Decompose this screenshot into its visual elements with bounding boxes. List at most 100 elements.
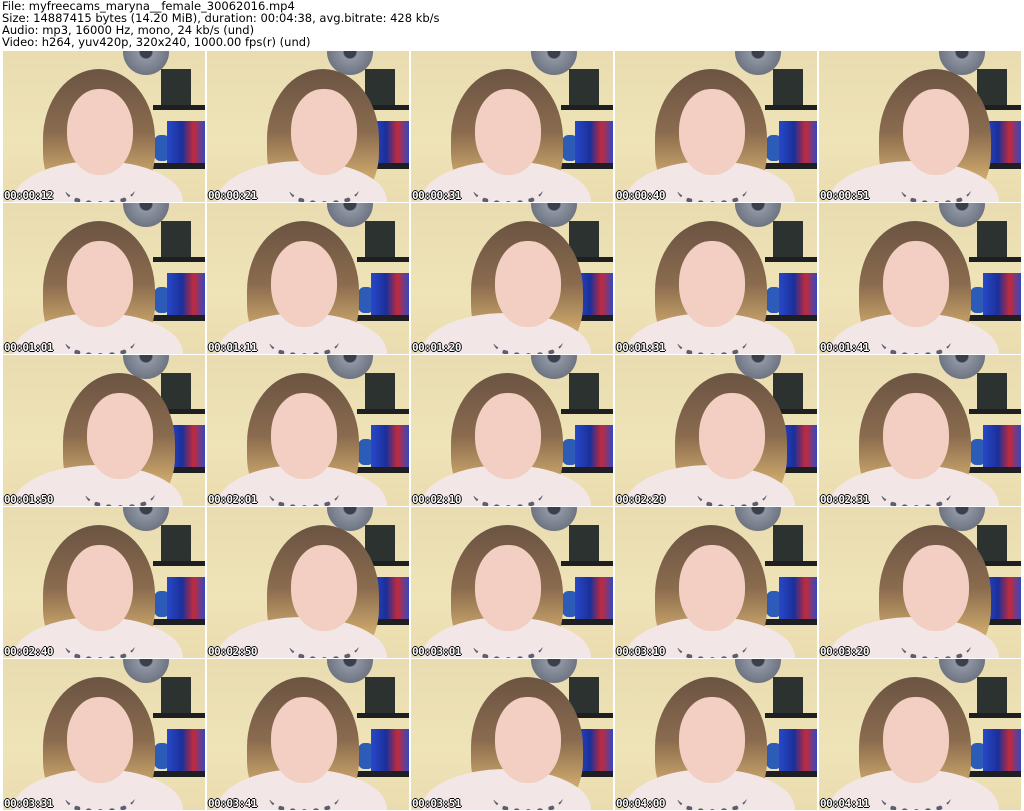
video-thumbnail: 00:02:31 — [819, 355, 1021, 506]
necklace — [677, 627, 747, 658]
bookshelf — [357, 677, 409, 787]
necklace — [473, 627, 543, 658]
timestamp: 00:03:10 — [616, 645, 665, 658]
video-thumbnail: 00:00:21 — [207, 51, 409, 202]
necklace — [269, 475, 339, 506]
video-thumbnail: 00:02:20 — [615, 355, 817, 506]
timestamp: 00:03:41 — [208, 797, 257, 810]
timestamp: 00:01:01 — [4, 341, 53, 354]
video-thumbnail: 00:03:01 — [411, 507, 613, 658]
necklace — [289, 171, 359, 202]
video-thumbnail: 00:01:20 — [411, 203, 613, 354]
necklace — [881, 323, 951, 354]
timestamp: 00:00:40 — [616, 189, 665, 202]
video-thumbnail: 00:01:31 — [615, 203, 817, 354]
timestamp: 00:00:31 — [412, 189, 461, 202]
necklace — [493, 323, 563, 354]
necklace — [493, 779, 563, 810]
bookshelf — [153, 221, 205, 331]
bookshelf — [153, 69, 205, 179]
timestamp: 00:00:51 — [820, 189, 869, 202]
timestamp: 00:01:31 — [616, 341, 665, 354]
necklace — [65, 323, 135, 354]
person-face — [495, 697, 561, 783]
person-face — [475, 545, 541, 631]
necklace — [289, 627, 359, 658]
timestamp: 00:00:12 — [4, 189, 53, 202]
video-thumbnail: 00:00:12 — [3, 51, 205, 202]
person-face — [67, 697, 133, 783]
bookshelf — [765, 69, 817, 179]
necklace — [65, 627, 135, 658]
timestamp: 00:02:40 — [4, 645, 53, 658]
video-thumbnail: 00:03:51 — [411, 659, 613, 810]
person-face — [679, 697, 745, 783]
person-face — [291, 89, 357, 175]
video-thumbnail: 00:04:11 — [819, 659, 1021, 810]
timestamp: 00:03:51 — [412, 797, 461, 810]
video-thumbnail: 00:03:31 — [3, 659, 205, 810]
necklace — [697, 475, 767, 506]
video-thumbnail: 00:01:50 — [3, 355, 205, 506]
person-face — [67, 241, 133, 327]
person-face — [883, 393, 949, 479]
video-thumbnail: 00:02:50 — [207, 507, 409, 658]
necklace — [473, 171, 543, 202]
necklace — [881, 475, 951, 506]
person-face — [291, 545, 357, 631]
bookshelf — [969, 373, 1021, 483]
timestamp: 00:02:50 — [208, 645, 257, 658]
person-face — [271, 697, 337, 783]
person-face — [87, 393, 153, 479]
video-thumbnail: 00:00:31 — [411, 51, 613, 202]
timestamp: 00:01:11 — [208, 341, 257, 354]
person-face — [883, 241, 949, 327]
necklace — [677, 779, 747, 810]
timestamp: 00:04:11 — [820, 797, 869, 810]
bookshelf — [357, 221, 409, 331]
video-thumbnail: 00:02:10 — [411, 355, 613, 506]
timestamp: 00:03:20 — [820, 645, 869, 658]
file-info: File: myfreecams_maryna__female_30062016… — [2, 0, 440, 48]
person-face — [67, 545, 133, 631]
bookshelf — [765, 221, 817, 331]
bookshelf — [561, 69, 613, 179]
bookshelf — [153, 677, 205, 787]
necklace — [269, 323, 339, 354]
person-face — [475, 393, 541, 479]
video-thumbnail: 00:01:41 — [819, 203, 1021, 354]
bookshelf — [969, 677, 1021, 787]
timestamp: 00:00:21 — [208, 189, 257, 202]
timestamp: 00:03:01 — [412, 645, 461, 658]
necklace — [85, 475, 155, 506]
necklace — [677, 171, 747, 202]
person-face — [903, 89, 969, 175]
timestamp: 00:04:00 — [616, 797, 665, 810]
video-thumbnail: 00:02:01 — [207, 355, 409, 506]
video-thumbnail: 00:04:00 — [615, 659, 817, 810]
bookshelf — [765, 677, 817, 787]
timestamp: 00:01:50 — [4, 493, 53, 506]
video-thumbnail: 00:01:01 — [3, 203, 205, 354]
video-thumbnail: 00:03:10 — [615, 507, 817, 658]
person-face — [679, 89, 745, 175]
necklace — [901, 171, 971, 202]
bookshelf — [765, 525, 817, 635]
person-face — [271, 241, 337, 327]
person-face — [679, 241, 745, 327]
timestamp: 00:02:31 — [820, 493, 869, 506]
bookshelf — [969, 221, 1021, 331]
person-face — [883, 697, 949, 783]
video-thumbnail: 00:03:41 — [207, 659, 409, 810]
necklace — [881, 779, 951, 810]
necklace — [473, 475, 543, 506]
thumbnail-grid: 00:00:12 00:00:21 00:00:31 00:00:40 00:00:51… — [3, 51, 1021, 810]
timestamp: 00:01:20 — [412, 341, 461, 354]
video-thumbnail: 00:01:11 — [207, 203, 409, 354]
person-face — [679, 545, 745, 631]
person-face — [67, 89, 133, 175]
person-face — [475, 89, 541, 175]
necklace — [65, 171, 135, 202]
timestamp: 00:01:41 — [820, 341, 869, 354]
timestamp: 00:02:10 — [412, 493, 461, 506]
